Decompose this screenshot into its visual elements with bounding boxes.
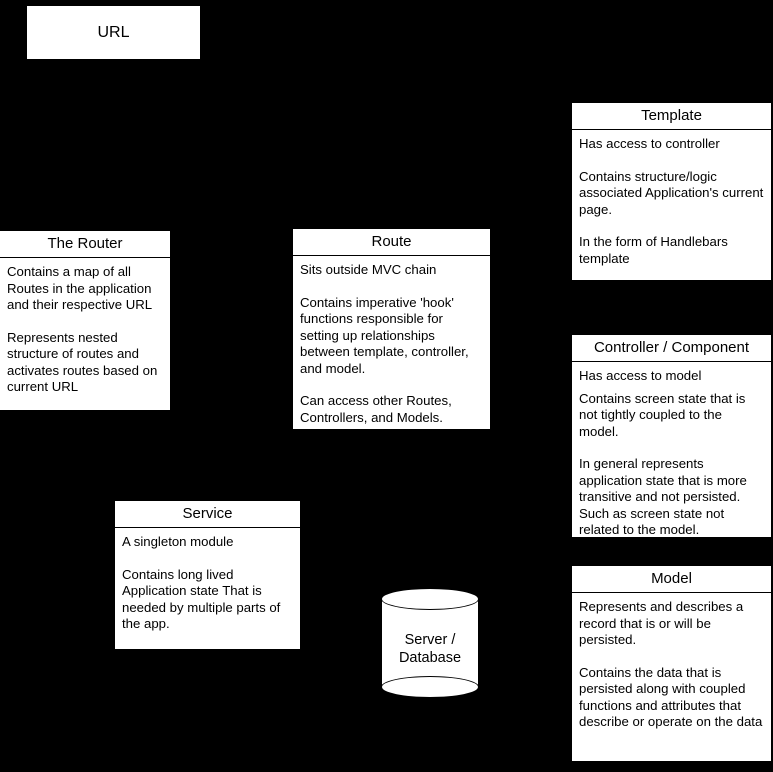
- node-service-title: Service: [115, 501, 300, 528]
- node-template-line-1: Has access to controller: [579, 136, 720, 151]
- node-service-line-2: Contains long lived Application state Th…: [122, 566, 281, 632]
- diagram-canvas: URL The Router Contains a map of all Rou…: [0, 0, 773, 772]
- node-service[interactable]: Service A singleton module Contains long…: [114, 500, 301, 650]
- node-controller[interactable]: Controller / Component Has access to mod…: [571, 334, 772, 538]
- node-service-body: A singleton module Contains long lived A…: [115, 528, 300, 639]
- node-service-line-1: A singleton module: [122, 534, 234, 549]
- node-model-title: Model: [572, 566, 771, 593]
- node-database[interactable]: Server / Database: [381, 588, 479, 698]
- node-model-line-2: Contains the data that is persisted alon…: [579, 664, 763, 730]
- node-template-title: Template: [572, 103, 771, 130]
- node-template[interactable]: Template Has access to controller Contai…: [571, 102, 772, 281]
- node-route-line-1: Sits outside MVC chain: [300, 262, 437, 277]
- node-url[interactable]: URL: [26, 5, 201, 60]
- node-database-label-line-2: Database: [398, 650, 462, 666]
- node-model[interactable]: Model Represents and describes a record …: [571, 565, 772, 762]
- node-router[interactable]: The Router Contains a map of all Routes …: [0, 230, 171, 411]
- node-model-line-1: Represents and describes a record that i…: [579, 599, 744, 647]
- node-route[interactable]: Route Sits outside MVC chain Contains im…: [292, 228, 491, 430]
- node-url-label: URL: [97, 23, 130, 41]
- node-route-line-2: Contains imperative 'hook' functions res…: [300, 294, 469, 376]
- node-database-label: Server / Database: [381, 588, 479, 698]
- node-database-label-line-1: Server /: [404, 632, 456, 648]
- node-router-body: Contains a map of all Routes in the appl…: [0, 258, 170, 402]
- node-controller-line-2: Contains screen state that is not tightl…: [579, 390, 746, 439]
- node-controller-line-3: In general represents application state …: [579, 456, 747, 537]
- node-controller-title: Controller / Component: [572, 335, 771, 362]
- node-controller-body: Has access to model Contains screen stat…: [572, 362, 771, 545]
- node-template-body: Has access to controller Contains struct…: [572, 130, 771, 273]
- node-template-line-2: Contains structure/logic associated Appl…: [579, 168, 764, 217]
- node-router-line-1: Contains a map of all Routes in the appl…: [7, 264, 153, 312]
- node-route-line-3: Can access other Routes, Controllers, an…: [300, 393, 452, 425]
- node-controller-line-1: Has access to model: [579, 368, 702, 383]
- node-template-line-3: In the form of Handlebars template: [579, 234, 728, 266]
- node-route-body: Sits outside MVC chain Contains imperati…: [293, 256, 490, 432]
- node-router-title: The Router: [0, 231, 170, 258]
- node-route-title: Route: [293, 229, 490, 256]
- node-router-line-2: Represents nested structure of routes an…: [7, 329, 158, 395]
- node-model-body: Represents and describes a record that i…: [572, 593, 771, 737]
